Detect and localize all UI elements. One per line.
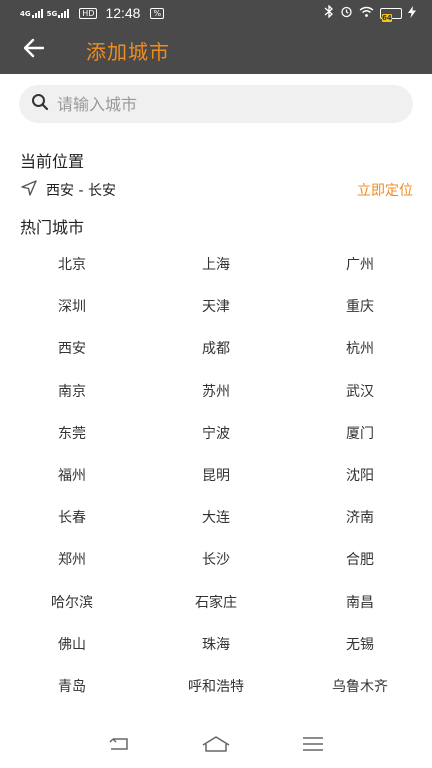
hot-city-item[interactable]: 广州 [288,243,432,285]
hot-city-item[interactable]: 长沙 [144,538,288,580]
nav-menu-button[interactable] [289,730,337,762]
system-nav-bar [0,724,432,768]
hot-city-item[interactable]: 济南 [288,496,432,538]
signal-bars-icon [31,8,43,18]
hot-city-item[interactable]: 武汉 [288,370,432,412]
hot-city-item[interactable]: 杭州 [288,327,432,369]
clock: 12:48 [105,5,141,21]
search-icon [31,93,49,115]
hot-city-item[interactable]: 青岛 [0,665,144,707]
home-nav-icon [201,735,231,757]
status-left: 4G 5G HD 12:48 % [20,5,165,21]
hot-city-item[interactable]: 珠海 [144,623,288,665]
page-title: 添加城市 [86,39,170,64]
battery-icon: 64 [380,7,402,22]
hot-city-item[interactable]: 苏州 [144,370,288,412]
nav-back-button[interactable] [95,730,143,762]
hot-city-item[interactable]: 大连 [144,496,288,538]
hot-city-item[interactable]: 台北 [144,707,288,720]
hot-city-item[interactable]: 石家庄 [144,581,288,623]
hot-city-item[interactable]: 厦门 [288,412,432,454]
hot-city-item[interactable]: 澳门 [0,707,144,720]
hot-city-item[interactable]: 乌鲁木齐 [288,665,432,707]
menu-nav-icon [302,736,324,756]
hot-city-item[interactable]: 宁波 [144,412,288,454]
charging-icon [408,5,416,21]
notification-badge: % [150,7,165,19]
hot-city-item[interactable]: 长春 [0,496,144,538]
signal-bars-icon [58,8,70,18]
hot-city-item[interactable]: 上海 [144,243,288,285]
hot-cities-grid: 北京 上海 广州深圳 天津 重庆西安 成都 杭州南京 苏州 武汉东莞 宁波 厦门福州 昆明 沈阳长春 大连… [0,243,432,720]
hot-city-item[interactable]: 天津 [144,285,288,327]
hot-city-item[interactable]: 东莞 [0,412,144,454]
nav-home-button[interactable] [192,730,240,762]
alarm-icon [340,5,353,21]
hot-city-item[interactable]: 纽约 [288,707,432,720]
wifi-icon [359,6,374,21]
current-location-heading: 当前位置 [20,152,85,171]
network-type-label: 4G [20,9,31,18]
hot-cities-heading: 热门城市 [20,218,85,237]
hot-city-item[interactable]: 深圳 [0,285,144,327]
network-type-label: 5G [46,9,58,18]
hot-city-item[interactable]: 南京 [0,370,144,412]
hd-badge: HD [79,7,98,19]
title-bar: 添加城市 [0,26,432,74]
locate-now-button[interactable]: 立即定位 [357,180,413,200]
hot-city-item[interactable]: 佛山 [0,623,144,665]
hot-city-item[interactable]: 西安 [0,327,144,369]
hot-city-item[interactable]: 南昌 [288,581,432,623]
hot-city-item[interactable]: 合肥 [288,538,432,580]
hot-city-item[interactable]: 成都 [144,327,288,369]
hot-city-item[interactable]: 沈阳 [288,454,432,496]
hot-city-item[interactable]: 北京 [0,243,144,285]
hot-city-item[interactable]: 无锡 [288,623,432,665]
arrow-left-icon [23,38,45,62]
status-bar: 4G 5G HD 12:48 % 64 [0,0,432,26]
back-nav-icon [107,736,131,756]
signal-indicator-1: 4G [20,8,43,18]
hot-city-item[interactable]: 呼和浩特 [144,665,288,707]
hot-city-item[interactable]: 福州 [0,454,144,496]
search-input[interactable] [57,94,377,114]
current-location-row: 西安 - 长安 立即定位 [20,178,413,202]
signal-indicator-2: 5G [46,8,70,18]
hot-city-item[interactable]: 昆明 [144,454,288,496]
hot-city-item[interactable]: 郑州 [0,538,144,580]
back-button[interactable] [14,30,54,70]
search-box[interactable] [19,85,413,123]
hot-city-item[interactable]: 重庆 [288,285,432,327]
current-location-text: 西安 - 长安 [46,183,116,199]
navigation-arrow-icon [20,180,38,200]
bluetooth-icon [324,4,334,21]
battery-level: 64 [382,13,392,22]
hot-city-item[interactable]: 哈尔滨 [0,581,144,623]
status-right: 64 [324,4,416,22]
